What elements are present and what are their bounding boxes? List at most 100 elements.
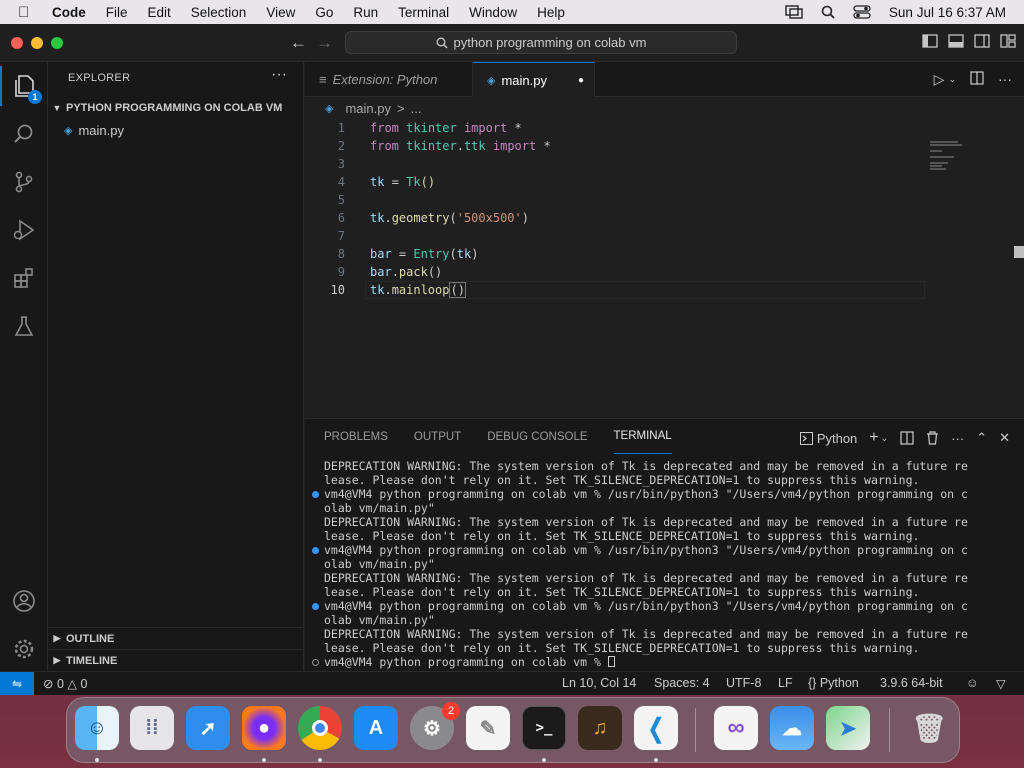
menu-run[interactable]: Run xyxy=(353,5,378,20)
indentation[interactable]: Spaces: 4 xyxy=(654,676,710,690)
code-line[interactable]: 1 from tkinter import * xyxy=(305,119,925,137)
activity-testing[interactable] xyxy=(0,306,48,346)
terminal-app-icon[interactable]: >_ xyxy=(522,706,566,750)
terminal-output[interactable]: DEPRECATION WARNING: The system version … xyxy=(305,459,1015,669)
tab-extension-python[interactable]: ≡ Extension: Python xyxy=(305,62,473,97)
finder-icon[interactable]: ☺ xyxy=(75,706,119,750)
workspace-folder[interactable]: ▼ PYTHON PROGRAMMING ON COLAB VM xyxy=(48,97,304,119)
panel-more-actions-icon[interactable]: ··· xyxy=(951,431,964,446)
menu-go[interactable]: Go xyxy=(315,5,333,20)
code-line[interactable]: 7 xyxy=(305,227,925,245)
weather-icon[interactable]: ☁ xyxy=(770,706,814,750)
toggle-panel-icon[interactable] xyxy=(948,33,964,49)
code-line[interactable]: 6 tk.geometry('500x500') xyxy=(305,209,925,227)
minimap[interactable] xyxy=(930,141,970,170)
language-mode[interactable]: {} Python xyxy=(808,676,859,690)
toggle-primary-sidebar-icon[interactable] xyxy=(922,33,938,49)
editor-scrollbar-marker[interactable] xyxy=(1014,246,1024,258)
activity-search[interactable] xyxy=(0,114,48,154)
tab-problems[interactable]: PROBLEMS xyxy=(324,419,388,454)
menu-clock[interactable]: Sun Jul 16 6:37 AM xyxy=(889,5,1006,20)
command-decoration-icon[interactable] xyxy=(312,603,319,610)
menu-help[interactable]: Help xyxy=(537,5,565,20)
activity-source-control[interactable] xyxy=(0,162,48,202)
visual-studio-icon[interactable]: ∞ xyxy=(714,706,758,750)
command-decoration-icon[interactable] xyxy=(312,659,319,666)
problems-indicator[interactable]: ⊘ 0 △ 0 xyxy=(43,676,87,691)
code-line[interactable]: 8 bar = Entry(tk) xyxy=(305,245,925,263)
tab-terminal[interactable]: TERMINAL xyxy=(613,419,672,454)
textedit-icon[interactable]: ✎ xyxy=(466,706,510,750)
trash-icon[interactable] xyxy=(926,431,939,445)
notifications-bell-icon[interactable]: ▽ xyxy=(996,676,1006,691)
more-actions-icon[interactable]: ··· xyxy=(998,71,1012,88)
code-line[interactable]: 5 xyxy=(305,191,925,209)
close-panel-icon[interactable]: ✕ xyxy=(999,430,1010,446)
menu-app-name[interactable]: Code xyxy=(52,5,86,20)
file-item-main-py[interactable]: ◈ main.py xyxy=(48,119,304,141)
explorer-more-actions-icon[interactable]: ··· xyxy=(271,66,287,84)
customize-layout-icon[interactable] xyxy=(1000,33,1016,49)
apple-logo-icon[interactable]:  xyxy=(18,4,36,21)
encoding[interactable]: UTF-8 xyxy=(726,676,761,690)
menu-window[interactable]: Window xyxy=(469,5,517,20)
new-terminal-plus-icon[interactable]: + xyxy=(869,429,878,447)
code-line[interactable]: 9 bar.pack() xyxy=(305,263,925,281)
unsaved-dot-icon[interactable]: ● xyxy=(578,75,584,86)
outline-section[interactable]: ▶ OUTLINE xyxy=(48,627,304,649)
menu-terminal[interactable]: Terminal xyxy=(398,5,449,20)
firefox-icon[interactable]: ● xyxy=(242,706,286,750)
chrome-icon[interactable] xyxy=(298,706,342,750)
activity-run-debug[interactable] xyxy=(0,210,48,250)
activity-extensions[interactable] xyxy=(0,258,48,298)
vscode-app-icon[interactable]: ❬ xyxy=(634,706,678,750)
menu-file[interactable]: File xyxy=(106,5,128,20)
remote-window-icon[interactable]: ⇋ xyxy=(0,672,34,695)
command-decoration-icon[interactable] xyxy=(312,547,319,554)
close-window-button[interactable] xyxy=(11,37,23,49)
menu-edit[interactable]: Edit xyxy=(148,5,171,20)
safari-icon[interactable]: ➚ xyxy=(186,706,230,750)
code-editor[interactable]: 1 from tkinter import * 2 from tkinter.ttk… xyxy=(305,119,1024,416)
maximize-panel-chevron-up-icon[interactable]: ⌃ xyxy=(976,430,987,446)
split-terminal-icon[interactable] xyxy=(900,431,914,445)
toggle-secondary-sidebar-icon[interactable] xyxy=(974,33,990,49)
code-line[interactable]: 2 from tkinter.ttk import * xyxy=(305,137,925,155)
garageband-icon[interactable]: ♫ xyxy=(578,706,622,750)
activity-accounts[interactable] xyxy=(0,581,48,621)
code-line[interactable]: 4 tk = Tk() xyxy=(305,173,925,191)
launchpad-icon[interactable]: ⁞⁞ xyxy=(130,706,174,750)
run-dropdown-chevron-icon[interactable]: ⌄ xyxy=(948,74,956,88)
control-center-icon[interactable] xyxy=(853,5,871,19)
activity-manage[interactable] xyxy=(0,629,48,669)
end-of-line[interactable]: LF xyxy=(778,676,793,690)
code-line[interactable]: 10 tk.mainloop() xyxy=(305,281,925,299)
tab-debug-console[interactable]: DEBUG CONSOLE xyxy=(487,419,587,454)
run-python-file-icon[interactable]: ▷ xyxy=(934,71,945,88)
back-arrow-icon[interactable]: ← xyxy=(290,33,307,53)
feedback-icon[interactable]: ☺ xyxy=(966,676,979,690)
tab-output[interactable]: OUTPUT xyxy=(414,419,461,454)
activity-explorer[interactable]: 1 xyxy=(0,66,48,106)
breadcrumb-symbols[interactable]: ... xyxy=(411,101,422,116)
timeline-section[interactable]: ▶ TIMELINE xyxy=(48,649,304,671)
command-center[interactable]: python programming on colab vm xyxy=(345,31,737,54)
menu-selection[interactable]: Selection xyxy=(191,5,247,20)
python-interpreter[interactable]: 3.9.6 64-bit xyxy=(880,676,943,690)
terminal-dropdown-chevron-icon[interactable]: ⌄ xyxy=(881,433,889,444)
command-decoration-icon[interactable] xyxy=(312,491,319,498)
tab-main-py[interactable]: ◈ main.py ● xyxy=(473,62,595,97)
spotlight-search-icon[interactable] xyxy=(821,5,835,19)
screen-mirroring-icon[interactable] xyxy=(785,5,803,19)
split-editor-icon[interactable] xyxy=(970,71,984,85)
maps-icon[interactable]: ➤ xyxy=(826,706,870,750)
forward-arrow-icon[interactable]: → xyxy=(316,33,333,53)
minimize-window-button[interactable] xyxy=(31,37,43,49)
zoom-window-button[interactable] xyxy=(51,37,63,49)
app-store-icon[interactable]: A xyxy=(354,706,398,750)
breadcrumb-file[interactable]: main.py xyxy=(345,101,391,116)
menu-view[interactable]: View xyxy=(266,5,295,20)
cursor-position[interactable]: Ln 10, Col 14 xyxy=(562,676,636,690)
trash-bin-icon[interactable]: 🗑 xyxy=(907,706,951,750)
code-line[interactable]: 3 xyxy=(305,155,925,173)
